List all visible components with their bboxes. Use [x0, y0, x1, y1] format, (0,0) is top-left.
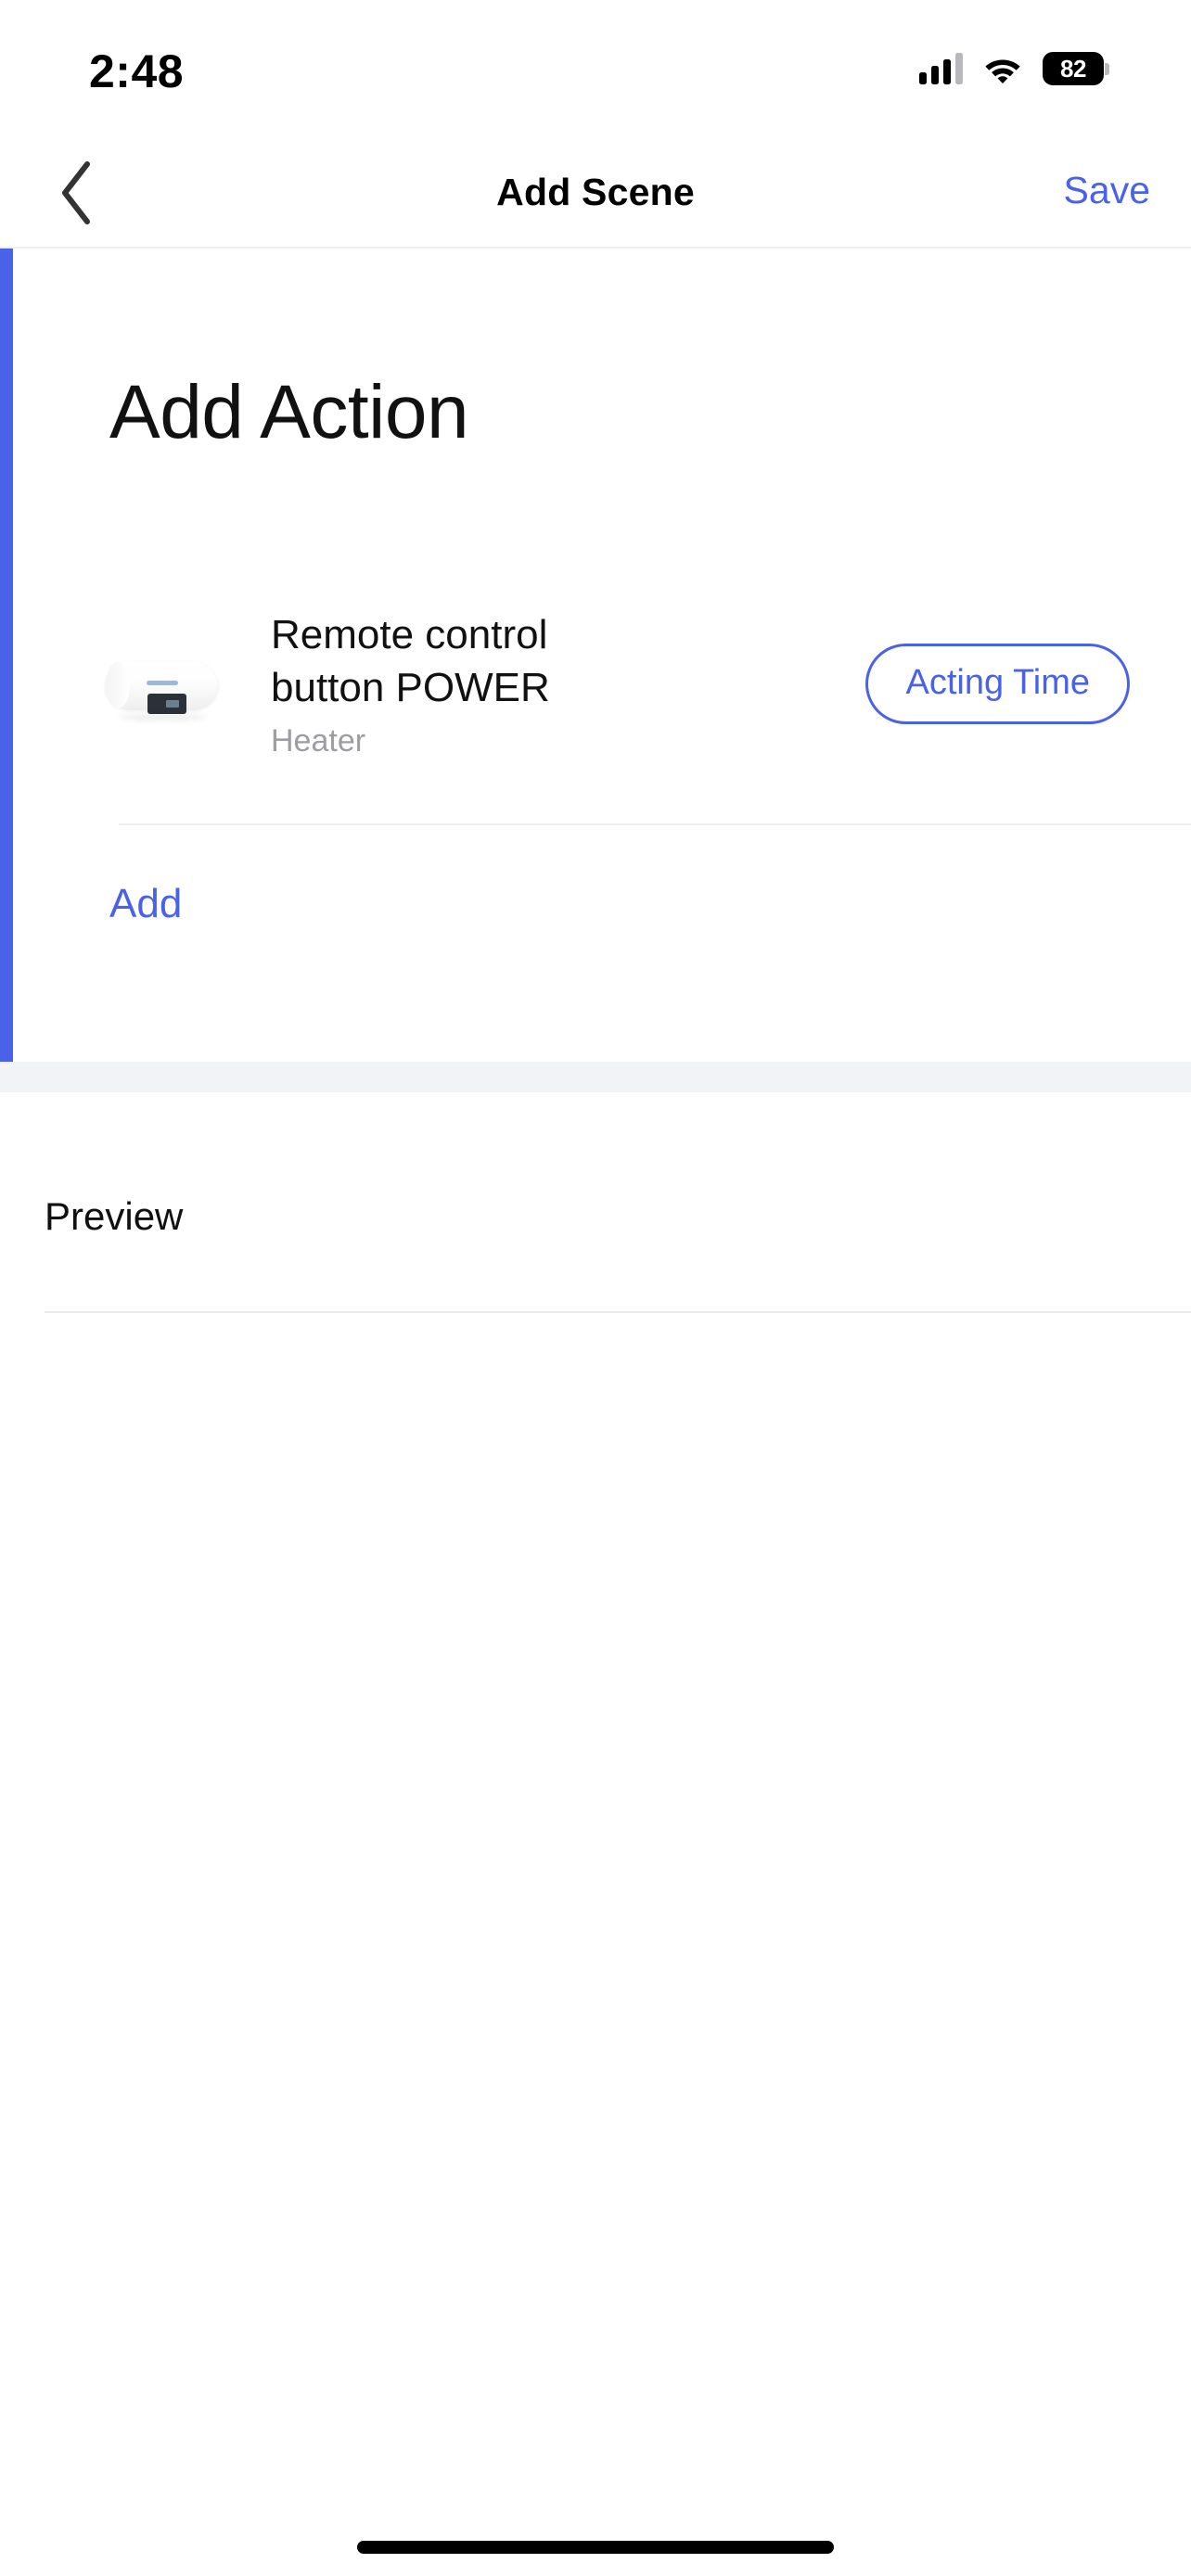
left-edge-accent-rail: [0, 249, 13, 1062]
add-action-link[interactable]: Add: [109, 881, 182, 927]
wifi-icon: [983, 54, 1022, 83]
add-action-heading: Add Action: [109, 370, 469, 454]
navigation-bar: Add Scene Save: [0, 139, 1191, 248]
action-title: Remote control button POWER: [271, 611, 550, 710]
page-title: Add Scene: [496, 171, 695, 213]
preview-label: Preview: [45, 1194, 184, 1238]
battery-percent-label: 82: [1060, 54, 1086, 83]
table-row[interactable]: Remote control button POWER Heater Actin…: [0, 599, 1191, 768]
row-divider: [119, 823, 1191, 825]
app-screen: 2:48 82 Add Scene Save Add Action Remote…: [0, 0, 1191, 2576]
action-row-texts: Remote control button POWER Heater: [271, 608, 827, 759]
add-action-card: Add Action Remote control button POWER H…: [0, 249, 1191, 1062]
home-indicator[interactable]: [357, 2541, 834, 2554]
status-bar: 2:48 82: [0, 0, 1191, 139]
section-gap: [0, 1062, 1191, 1092]
preview-card: Preview: [0, 1092, 1191, 2539]
status-bar-indicators: 82: [919, 48, 1109, 89]
action-subtitle: Heater: [271, 722, 366, 759]
status-bar-time: 2:48: [89, 45, 185, 97]
cellular-signal-icon: [919, 53, 963, 84]
save-button[interactable]: Save: [1064, 169, 1150, 212]
water-heater-icon: [102, 629, 221, 738]
preview-divider: [45, 1311, 1191, 1313]
battery-icon: 82: [1043, 52, 1109, 85]
acting-time-button[interactable]: Acting Time: [865, 643, 1130, 724]
